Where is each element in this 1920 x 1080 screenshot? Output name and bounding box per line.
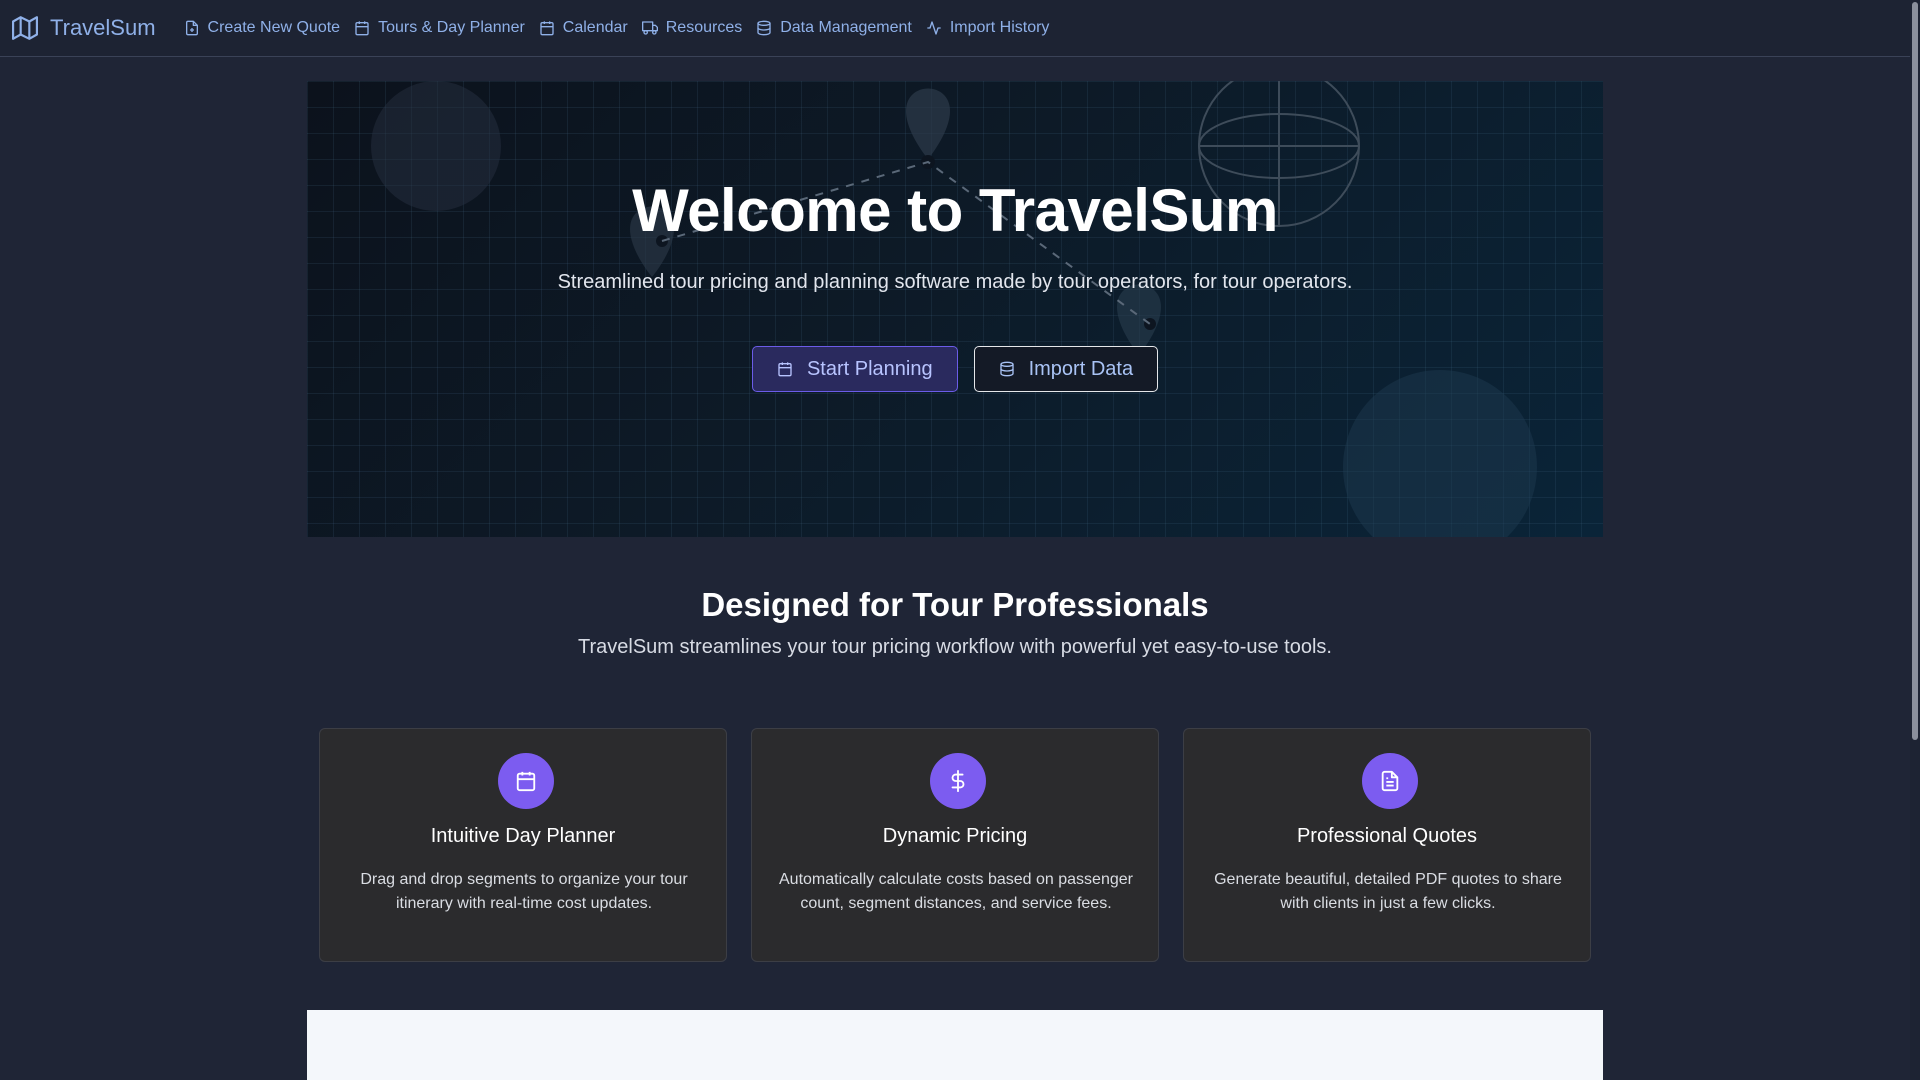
map-icon [12, 15, 38, 41]
nav-calendar[interactable]: Calendar [539, 19, 628, 37]
truck-icon [641, 20, 658, 36]
nav-label: Calendar [562, 19, 628, 36]
hero-banner: Welcome to TravelSum Streamlined tour pr… [307, 81, 1603, 537]
page-scrollbar[interactable] [1910, 0, 1920, 1080]
feature-card-dynamic-pricing: Dynamic Pricing Automatically calculate … [751, 728, 1159, 962]
import-data-button[interactable]: Import Data [973, 346, 1159, 392]
card-title: Professional Quotes [1296, 825, 1478, 847]
card-title: Intuitive Day Planner [430, 825, 616, 847]
features-title: Designed for Tour Professionals [701, 586, 1209, 623]
activity-icon [926, 20, 942, 36]
database-icon [999, 361, 1015, 377]
nav-label: Import History [949, 19, 1050, 36]
database-icon [756, 20, 772, 36]
nav-label: Resources [665, 19, 743, 36]
card-description: Automatically calculate costs based on p… [779, 871, 1133, 912]
brand-name: TravelSum [50, 15, 156, 40]
nav-create-new-quote[interactable]: Create New Quote [184, 19, 341, 37]
nav-resources[interactable]: Resources [641, 19, 743, 37]
hero-subtitle: Streamlined tour pricing and planning so… [557, 271, 1353, 293]
card-title: Dynamic Pricing [882, 825, 1028, 847]
calendar-icon [539, 20, 555, 36]
card-description: Drag and drop segments to organize your … [360, 871, 688, 912]
hero-decoration [371, 81, 1537, 537]
nav-label: Data Management [780, 19, 912, 36]
nav-tours-day-planner[interactable]: Tours & Day Planner [354, 19, 525, 37]
button-label: Import Data [1028, 357, 1134, 380]
feature-card-day-planner: Intuitive Day Planner Drag and drop segm… [319, 728, 727, 962]
next-section-panel [307, 1010, 1603, 1080]
calendar-icon [354, 20, 370, 36]
hero-title: Welcome to TravelSum [632, 177, 1278, 244]
nav-data-management[interactable]: Data Management [756, 19, 912, 37]
features-subtitle: TravelSum streamlines your tour pricing … [578, 636, 1332, 658]
start-planning-button[interactable]: Start Planning [751, 346, 958, 392]
nav-import-history[interactable]: Import History [926, 19, 1050, 37]
feature-cards: Intuitive Day Planner Drag and drop segm… [319, 728, 1591, 962]
top-navbar: TravelSum Create New Quote Tours & Day P… [0, 0, 1910, 57]
brand-link[interactable]: TravelSum [12, 15, 156, 41]
nav-label: Tours & Day Planner [378, 19, 525, 36]
card-description: Generate beautiful, detailed PDF quotes … [1214, 871, 1562, 912]
calendar-icon [777, 361, 793, 377]
nav-label: Create New Quote [207, 19, 341, 36]
button-label: Start Planning [806, 357, 933, 380]
dollar-icon [930, 753, 986, 809]
scrollbar-thumb[interactable] [1912, 2, 1918, 740]
file-plus-icon [184, 20, 200, 36]
feature-card-professional-quotes: Professional Quotes Generate beautiful, … [1183, 728, 1591, 962]
calendar-icon [498, 753, 554, 809]
file-text-icon [1362, 753, 1418, 809]
